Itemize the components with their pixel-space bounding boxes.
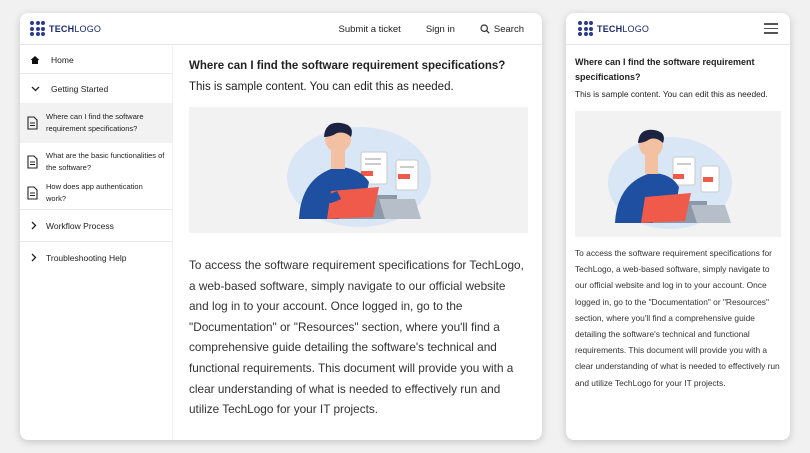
person-with-laptop-illustration bbox=[287, 122, 431, 227]
sign-in-link[interactable]: Sign in bbox=[426, 24, 455, 35]
sidebar: Home Getting Started Where can I find th… bbox=[20, 46, 173, 440]
article-title: Where can I find the software requiremen… bbox=[575, 57, 755, 82]
submit-ticket-link[interactable]: Submit a ticket bbox=[339, 24, 401, 35]
document-icon bbox=[27, 155, 38, 169]
document-icon bbox=[27, 116, 38, 130]
person-with-laptop-illustration bbox=[608, 129, 732, 229]
sidebar-item-home[interactable]: Home bbox=[20, 46, 172, 73]
article-illustration bbox=[189, 107, 528, 233]
sidebar-item-workflow[interactable]: Workflow Process bbox=[20, 210, 172, 241]
article-illustration bbox=[575, 111, 781, 237]
hamburger-menu-icon[interactable] bbox=[764, 23, 778, 34]
mobile-preview: TECHLOGO Where can I find the software r… bbox=[566, 13, 790, 440]
logo-text-rest: LOGO bbox=[74, 23, 102, 34]
article-answer: To access the software requirement speci… bbox=[575, 248, 780, 388]
chevron-right-icon bbox=[27, 221, 41, 230]
sidebar-item-label: Home bbox=[51, 54, 74, 65]
logo-text-bold: TECH bbox=[597, 23, 623, 34]
sidebar-item-label: Troubleshooting Help bbox=[46, 252, 127, 263]
mobile-header: TECHLOGO bbox=[566, 13, 790, 45]
logo-text-bold: TECH bbox=[49, 23, 75, 34]
search-label: Search bbox=[493, 23, 524, 35]
logo-mark-icon bbox=[30, 21, 45, 36]
logo-mark-icon bbox=[578, 21, 593, 36]
article-intro: This is sample content. You can edit thi… bbox=[575, 89, 768, 99]
sidebar-item-label: Getting Started bbox=[51, 83, 109, 94]
brand-logo[interactable]: TECHLOGO bbox=[578, 21, 649, 36]
article-title: Where can I find the software requiremen… bbox=[189, 60, 506, 72]
sidebar-article-specs[interactable]: Where can I find the software requiremen… bbox=[20, 103, 172, 143]
brand-logo[interactable]: TECHLOGO bbox=[30, 21, 101, 36]
search-button[interactable]: Search bbox=[480, 24, 524, 35]
search-icon bbox=[480, 24, 490, 34]
article-intro: This is sample content. You can edit thi… bbox=[189, 81, 454, 93]
mobile-article-content: Where can I find the software requiremen… bbox=[566, 55, 790, 391]
header-nav: Submit a ticket Sign in Search bbox=[314, 13, 524, 45]
logo-text-rest: LOGO bbox=[622, 23, 650, 34]
sidebar-item-getting-started[interactable]: Getting Started bbox=[20, 74, 172, 103]
sidebar-article-label: How does app authentication work? bbox=[46, 181, 143, 204]
sidebar-article-label: What are the basic functionalities of th… bbox=[46, 150, 165, 173]
site-header: TECHLOGO Submit a ticket Sign in Search bbox=[20, 13, 542, 45]
desktop-preview: TECHLOGO Submit a ticket Sign in Search … bbox=[20, 13, 542, 440]
document-icon bbox=[27, 186, 38, 200]
sidebar-article-label: Where can I find the software requiremen… bbox=[46, 111, 144, 134]
chevron-right-icon bbox=[27, 253, 41, 262]
home-icon bbox=[28, 55, 42, 65]
sidebar-item-troubleshooting[interactable]: Troubleshooting Help bbox=[20, 242, 172, 273]
sidebar-item-label: Workflow Process bbox=[46, 220, 114, 231]
sidebar-article-functionalities[interactable]: What are the basic functionalities of th… bbox=[20, 143, 172, 177]
article-answer: To access the software requirement speci… bbox=[189, 258, 524, 417]
chevron-down-icon bbox=[28, 86, 42, 92]
sidebar-article-authentication[interactable]: How does app authentication work? bbox=[20, 177, 172, 209]
article-content: Where can I find the software requiremen… bbox=[189, 46, 528, 420]
